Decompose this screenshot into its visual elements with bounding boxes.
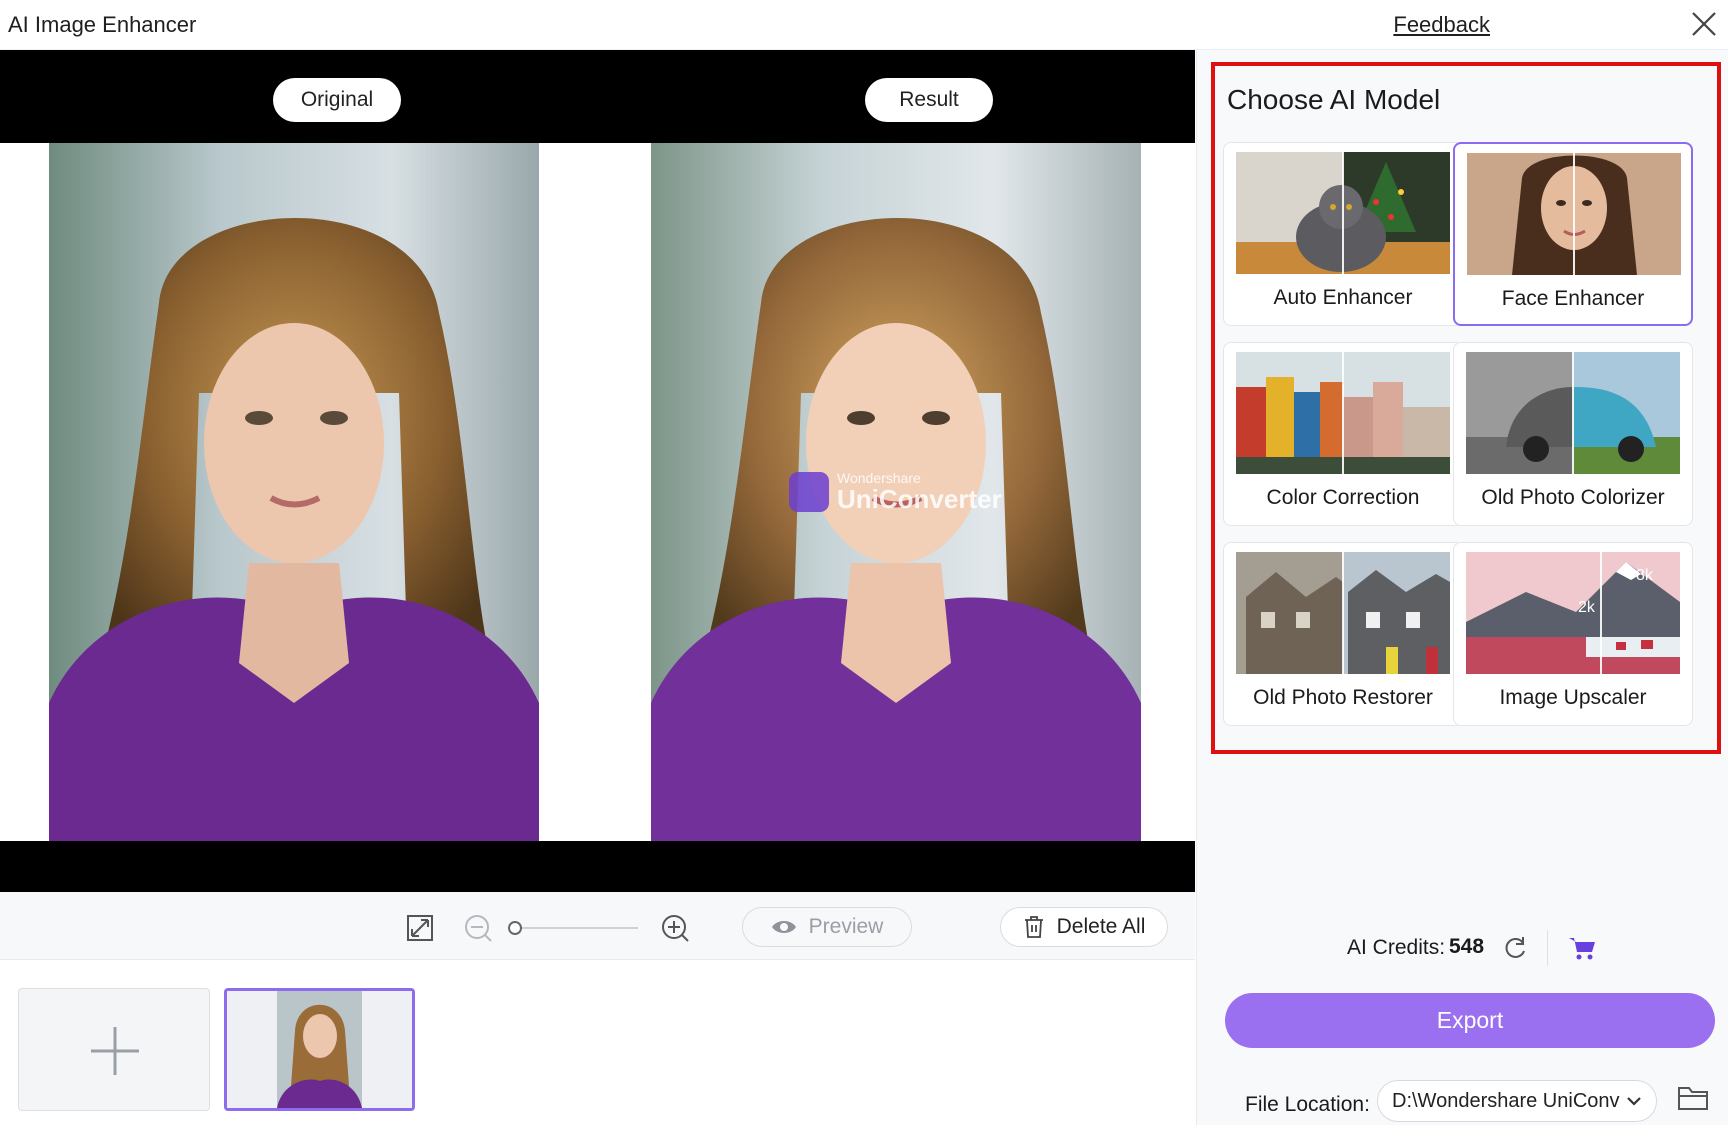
add-image-button[interactable] — [18, 988, 210, 1111]
refresh-icon[interactable] — [1501, 934, 1529, 962]
panel-title: Choose AI Model — [1227, 84, 1441, 115]
old-photo-colorizer-thumbnail — [1466, 352, 1680, 474]
delete-all-label: Delete All — [1056, 915, 1146, 938]
delete-all-button[interactable]: Delete All — [1000, 907, 1168, 947]
file-location-label: File Location: — [1245, 1093, 1370, 1116]
preview-toolbar: Preview Delete All — [0, 892, 1195, 960]
watermark-product: UniConverter — [837, 484, 1002, 514]
watermark: Wondershare UniConverter — [789, 471, 1002, 513]
model-label: Color Correction — [1266, 486, 1420, 509]
auto-enhancer-thumbnail — [1236, 152, 1450, 274]
app-title: AI Image Enhancer — [8, 12, 197, 37]
model-label: Face Enhancer — [1501, 287, 1645, 310]
zoom-slider-track[interactable] — [512, 927, 638, 929]
feedback-link[interactable]: Feedback — [1393, 12, 1490, 38]
credits-row: AI Credits: 548 — [1197, 930, 1728, 970]
file-location-select[interactable]: D:\Wondershare UniConv — [1377, 1080, 1657, 1122]
comparison-canvas: Wondershare UniConverter — [0, 143, 1195, 841]
model-panel: Choose AI Model Auto Enhancer Face Enhan… — [1196, 50, 1728, 1125]
result-image: Wondershare UniConverter — [651, 143, 1141, 841]
color-correction-thumbnail — [1236, 352, 1450, 474]
image-thumbnail[interactable] — [224, 988, 415, 1111]
zoom-slider-handle[interactable] — [508, 921, 522, 935]
model-card-old-photo-restorer[interactable]: Old Photo Restorer — [1223, 542, 1463, 726]
upscaler-badge-2k: 2k — [1578, 599, 1596, 616]
export-button[interactable]: Export — [1225, 993, 1715, 1048]
zoom-out-icon[interactable] — [462, 912, 494, 944]
original-image — [49, 143, 539, 841]
title-bar: AI Image Enhancer Feedback — [0, 0, 1728, 50]
preview-button[interactable]: Preview — [742, 907, 912, 947]
result-label: Result — [865, 78, 993, 122]
credits-value: 548 — [1449, 935, 1485, 958]
model-label: Old Photo Restorer — [1253, 686, 1433, 709]
model-card-color-correction[interactable]: Color Correction — [1223, 342, 1463, 526]
image-upscaler-thumbnail: 2k 8k — [1466, 552, 1680, 674]
original-label: Original — [273, 78, 401, 122]
model-card-old-photo-colorizer[interactable]: Old Photo Colorizer — [1453, 342, 1693, 526]
model-label: Image Upscaler — [1499, 686, 1647, 709]
model-label: Old Photo Colorizer — [1481, 486, 1665, 509]
preview-area: Original Result Wondershare UniConverter — [0, 50, 1195, 892]
eye-icon — [771, 921, 796, 933]
file-location-value: D:\Wondershare UniConv — [1392, 1089, 1620, 1112]
model-card-image-upscaler[interactable]: 2k 8k Image Upscaler — [1453, 542, 1693, 726]
model-card-face-enhancer[interactable]: Face Enhancer — [1453, 142, 1693, 326]
old-photo-restorer-thumbnail — [1236, 552, 1450, 674]
plus-icon — [91, 1027, 139, 1075]
uniconverter-logo-icon — [789, 472, 829, 512]
folder-icon[interactable] — [1677, 1084, 1709, 1112]
upscaler-badge-8k: 8k — [1636, 567, 1654, 584]
chevron-down-icon — [1627, 1097, 1641, 1106]
close-icon[interactable] — [1688, 8, 1720, 40]
face-enhancer-thumbnail — [1467, 153, 1681, 275]
zoom-in-icon[interactable] — [659, 912, 691, 944]
model-card-auto-enhancer[interactable]: Auto Enhancer — [1223, 142, 1463, 326]
fit-screen-icon[interactable] — [404, 912, 436, 944]
preview-label: Preview — [808, 915, 884, 938]
watermark-brand: Wondershare — [837, 470, 921, 486]
model-label: Auto Enhancer — [1273, 286, 1413, 309]
app-window: AI Image Enhancer Feedback Original Resu… — [0, 0, 1728, 1125]
thumbnail-strip — [0, 960, 1195, 1125]
trash-icon — [1024, 916, 1043, 938]
credits-label: AI Credits: — [1347, 936, 1446, 959]
divider — [1547, 930, 1548, 966]
cart-icon[interactable] — [1567, 934, 1597, 962]
